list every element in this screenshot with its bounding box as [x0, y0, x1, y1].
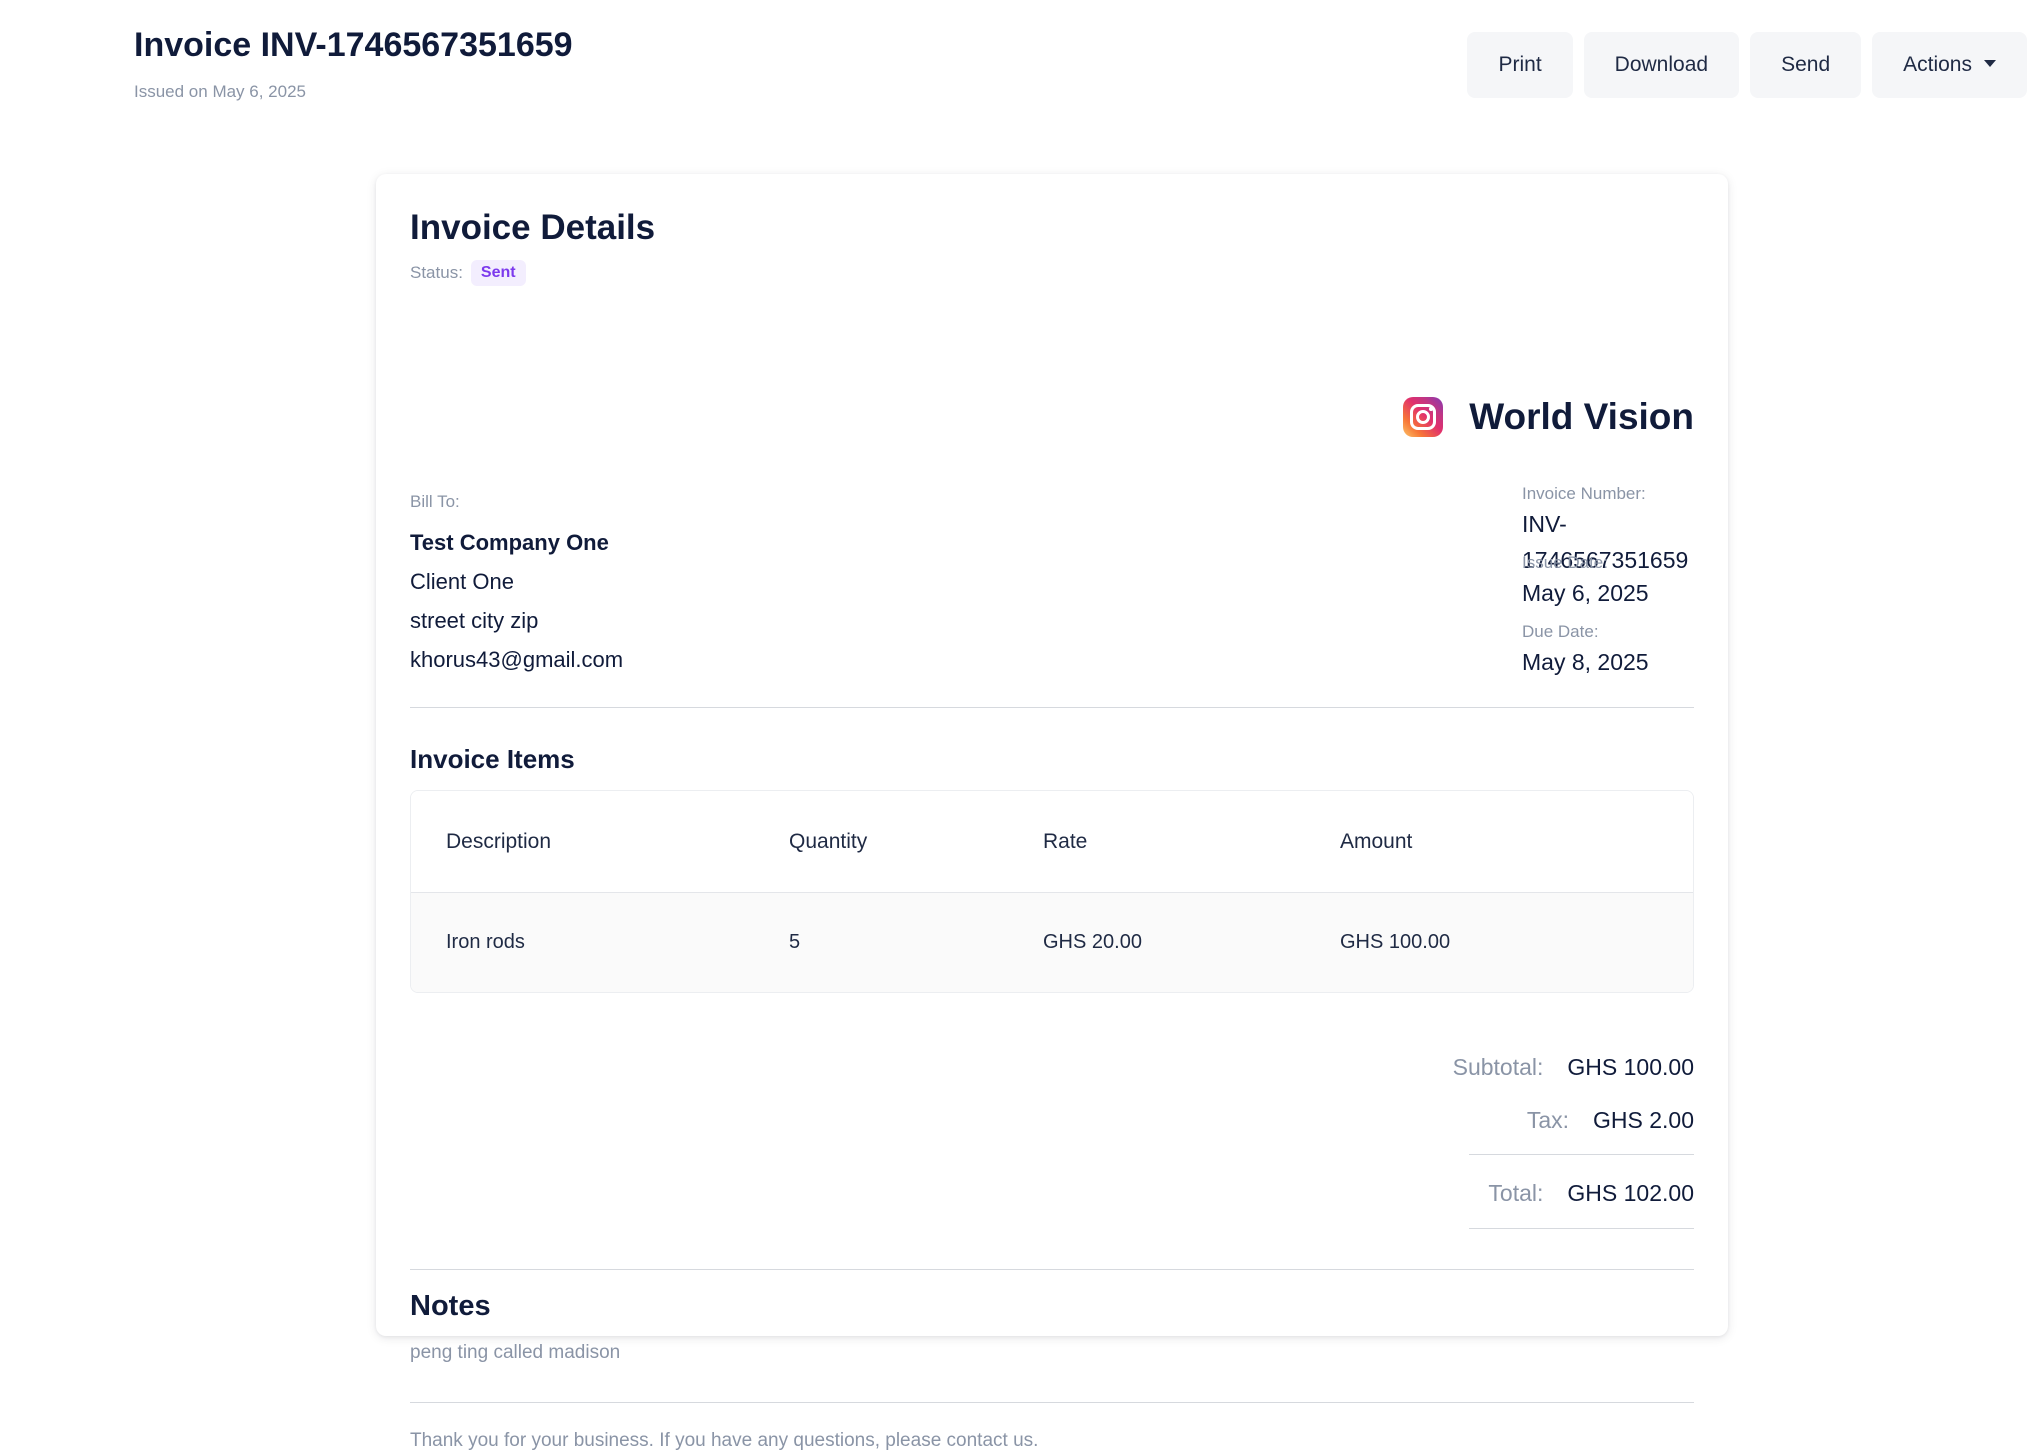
issued-date-subtitle: Issued on May 6, 2025 — [134, 82, 307, 101]
subtotal-row: Subtotal: GHS 100.00 — [1453, 1054, 1694, 1081]
bill-to-block: Test Company One Client One street city … — [410, 528, 623, 684]
bill-to-label: Bill To: — [410, 492, 460, 511]
page-title: Invoice INV-1746567351659 — [134, 26, 573, 64]
brand-name: World Vision — [1469, 396, 1694, 437]
send-button[interactable]: Send — [1750, 32, 1862, 98]
cell-rate: GHS 20.00 — [1043, 931, 1142, 953]
due-date-label: Due Date: — [1522, 622, 1599, 641]
status-badge: Sent — [470, 260, 526, 286]
bill-to-company: Test Company One — [410, 530, 609, 555]
tax-value: GHS 2.00 — [1593, 1107, 1694, 1133]
status-label: Status: — [410, 263, 463, 282]
totals-divider — [1469, 1228, 1694, 1229]
invoice-items-title: Invoice Items — [410, 744, 575, 774]
bill-to-address: street city zip — [410, 608, 539, 633]
cell-description: Iron rods — [446, 931, 525, 953]
total-label: Total: — [1488, 1180, 1544, 1206]
chevron-down-icon — [1984, 60, 1996, 67]
status-row: Status: Sent — [410, 260, 526, 286]
total-value: GHS 102.00 — [1567, 1180, 1694, 1206]
table-header-row: Description Quantity Rate Amount — [411, 791, 1693, 893]
issue-date-value: May 6, 2025 — [1522, 580, 1649, 606]
notes-text: peng ting called madison — [410, 1342, 621, 1363]
totals-divider — [1469, 1154, 1694, 1155]
items-table: Description Quantity Rate Amount Iron ro… — [410, 790, 1694, 993]
footer-text: Thank you for your business. If you have… — [410, 1430, 1039, 1451]
cell-quantity: 5 — [789, 931, 801, 953]
notes-title: Notes — [410, 1290, 491, 1322]
divider — [410, 707, 1694, 708]
column-header-quantity: Quantity — [789, 829, 868, 853]
tax-label: Tax: — [1526, 1107, 1569, 1133]
column-header-description: Description — [446, 829, 552, 853]
download-button[interactable]: Download — [1583, 32, 1740, 98]
actions-label: Actions — [1903, 53, 1972, 76]
page-header: Invoice INV-1746567351659 Issued on May … — [0, 0, 2043, 130]
invoice-card: Invoice Details Status: Sent World Visio… — [376, 174, 1728, 1451]
invoice-number-value: INV-1746567351659 — [1522, 511, 1689, 573]
column-header-rate: Rate — [1043, 829, 1088, 853]
table-row: Iron rods 5 GHS 20.00 GHS 100.00 — [411, 893, 1693, 992]
divider — [410, 1269, 1694, 1270]
bill-to-name: Client One — [410, 569, 514, 594]
bill-to-email: khorus43@gmail.com — [410, 647, 624, 672]
tax-row: Tax: GHS 2.00 — [1527, 1107, 1694, 1134]
due-date-value: May 8, 2025 — [1522, 649, 1649, 675]
invoice-meta: Invoice Number: INV-1746567351659 Issue … — [1522, 482, 1694, 689]
cell-amount: GHS 100.00 — [1340, 931, 1451, 953]
brand: World Vision — [1403, 396, 1694, 438]
instagram-icon — [1403, 397, 1444, 437]
invoice-details-title: Invoice Details — [410, 208, 656, 247]
toolbar: Print Download Send Actions — [1467, 32, 2027, 98]
column-header-amount: Amount — [1340, 829, 1413, 853]
subtotal-value: GHS 100.00 — [1567, 1054, 1694, 1080]
divider — [410, 1402, 1694, 1403]
invoice-number-label: Invoice Number: — [1522, 484, 1646, 503]
print-button[interactable]: Print — [1467, 32, 1573, 98]
actions-dropdown-button[interactable]: Actions — [1872, 32, 2027, 98]
total-row: Total: GHS 102.00 — [1488, 1180, 1694, 1207]
subtotal-label: Subtotal: — [1452, 1054, 1544, 1080]
